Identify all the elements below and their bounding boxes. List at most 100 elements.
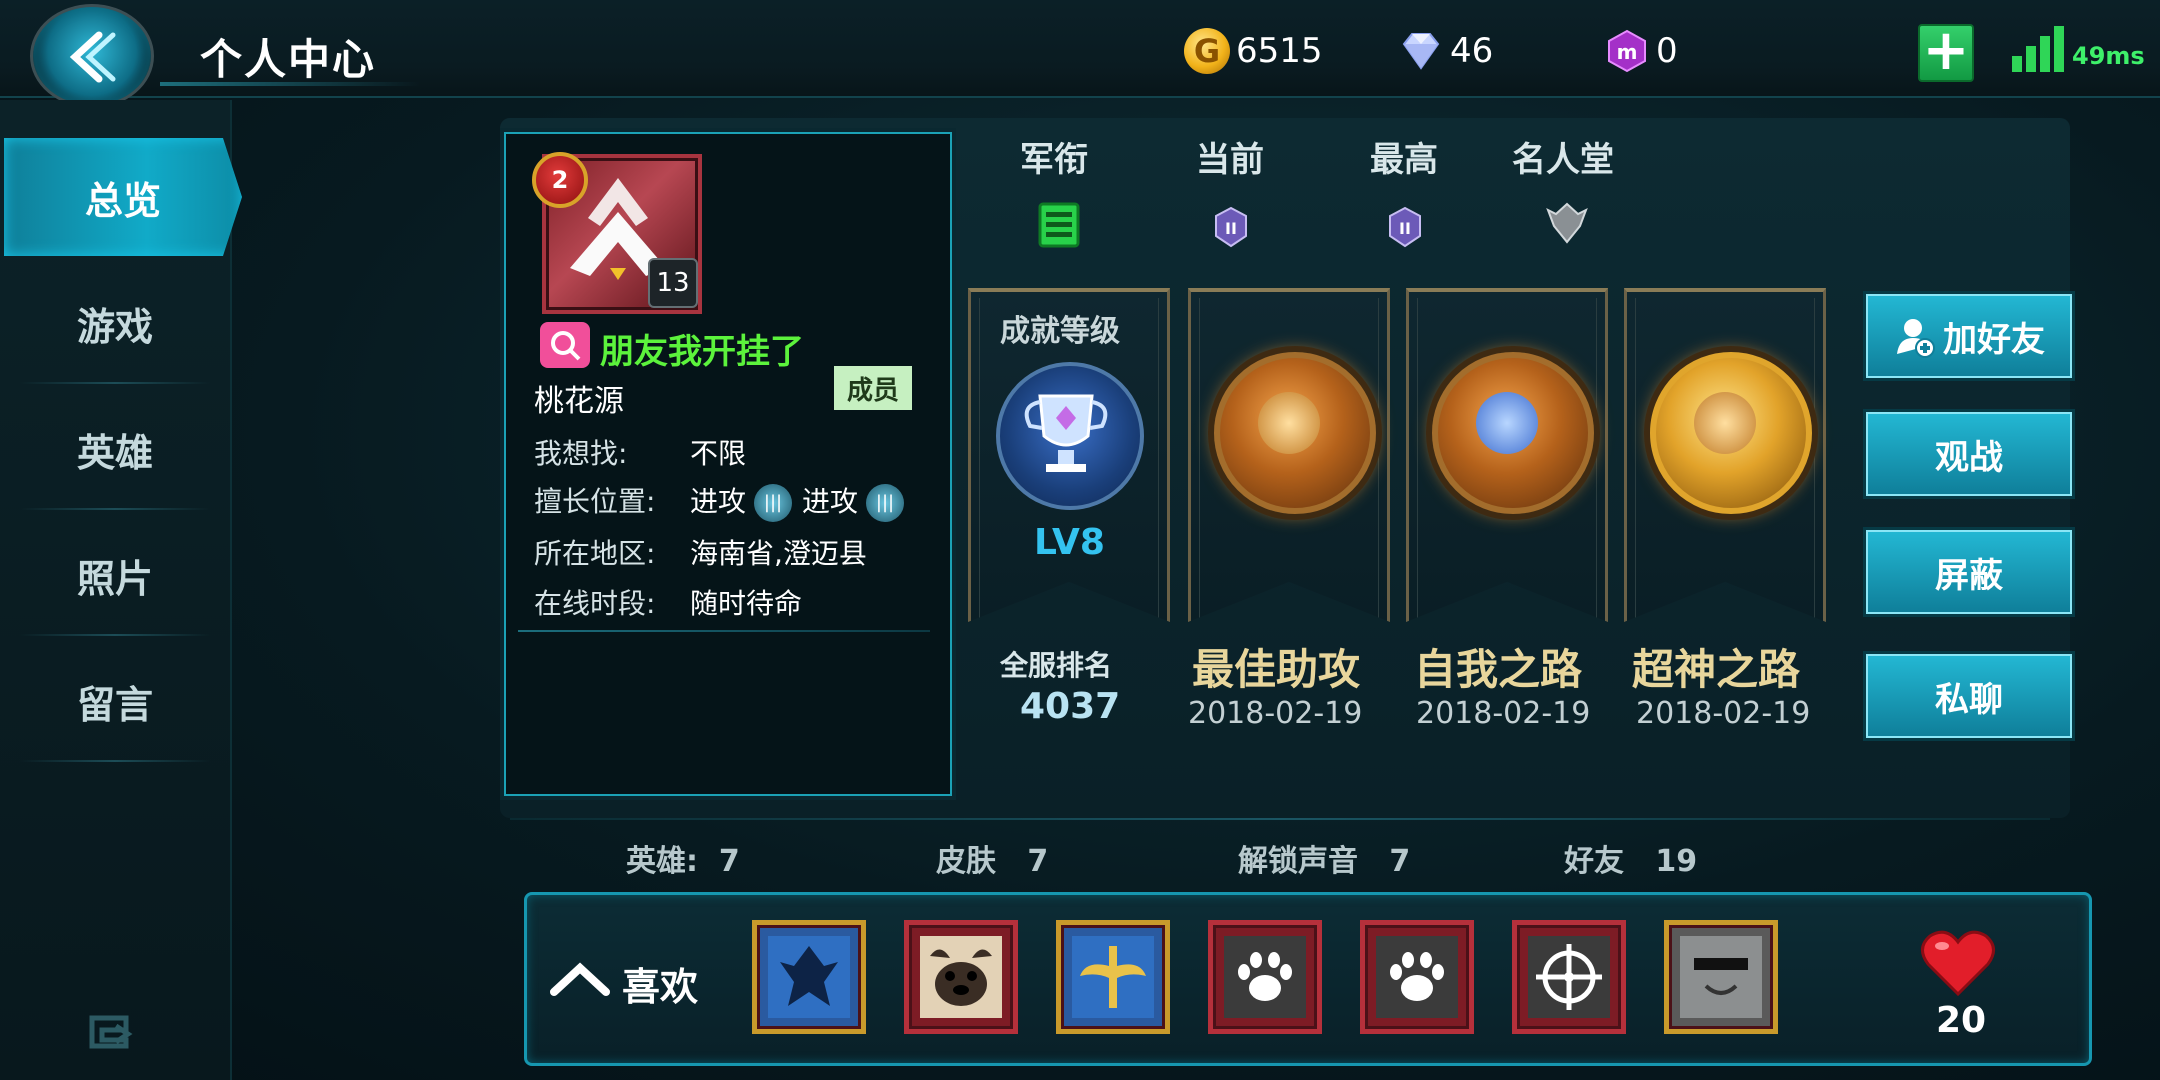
dragon-emblem-icon — [768, 936, 850, 1018]
add-friend-button[interactable]: 加好友 — [1866, 294, 2072, 378]
sidebar-item-label: 总览 — [84, 178, 161, 223]
liker-avatar[interactable] — [1512, 920, 1626, 1034]
seeking-value: 不限 — [690, 437, 747, 470]
paw-icon — [1224, 936, 1306, 1018]
like-count: 20 — [1936, 1000, 1987, 1041]
gem-counter: m 0 — [1604, 24, 1678, 78]
trophy-icon — [996, 362, 1144, 510]
sidebar-item-heroes[interactable]: 英雄 — [0, 388, 230, 510]
seeking-label: 我想找: — [534, 437, 628, 470]
rank-badge: 2 — [532, 152, 588, 208]
liker-avatar[interactable] — [752, 920, 866, 1034]
position-row: 擅长位置: 进攻 ||| 进攻 ||| — [534, 480, 914, 522]
friends-value: 19 — [1655, 844, 1698, 879]
liker-avatar[interactable] — [904, 920, 1018, 1034]
gem-value: 0 — [1656, 31, 1678, 71]
add-currency-button[interactable]: + — [1918, 23, 1974, 82]
diamond-value: 46 — [1450, 31, 1494, 71]
hall-of-fame-icon[interactable] — [1544, 200, 1590, 246]
skins-label: 皮肤 — [936, 844, 996, 879]
divider — [510, 818, 2050, 820]
heroes-label: 英雄: — [626, 844, 698, 879]
highest-rank-icon[interactable]: II — [1382, 204, 1428, 250]
gauntlet-medal-icon — [1432, 352, 1594, 514]
sidebar-item-label: 留言 — [76, 682, 153, 727]
achievement-label: 成就等级 — [1000, 314, 1120, 349]
sidebar-item-games[interactable]: 游戏 — [0, 262, 230, 384]
skins-stat: 皮肤 7 — [936, 836, 1048, 880]
military-rank-icon[interactable] — [1036, 202, 1082, 248]
pug-icon — [920, 936, 1002, 1018]
divider — [518, 630, 930, 632]
sword-medal-icon — [1650, 352, 1812, 514]
ping-value: 49ms — [2072, 42, 2145, 70]
region-row: 所在地区: 海南省,澄迈县 — [534, 532, 867, 572]
diamond-counter: 46 — [1398, 24, 1493, 78]
bullet-icon: ||| — [754, 484, 793, 522]
voices-stat: 解锁声音 7 — [1238, 836, 1410, 880]
top-bar: 个人中心 G 6515 46 m 0 + 49ms — [0, 0, 2160, 108]
fist-medal-icon — [1214, 352, 1376, 514]
seeking-row: 我想找: 不限 — [534, 432, 746, 472]
svg-text:II: II — [1225, 219, 1237, 238]
private-chat-button[interactable]: 私聊 — [1866, 654, 2072, 738]
spectate-button[interactable]: 观战 — [1866, 412, 2072, 496]
medal-name: 最佳助攻 — [1192, 645, 1361, 694]
player-nickname: 朋友我开挂了 — [600, 332, 804, 372]
medal-date: 2018-02-19 — [1636, 696, 1811, 731]
heart-icon[interactable] — [1920, 928, 1996, 998]
gold-value: 6515 — [1236, 31, 1323, 71]
friends-stat: 好友 19 — [1564, 836, 1697, 880]
divider — [20, 634, 210, 636]
back-button[interactable] — [30, 4, 154, 108]
sidebar-item-label: 照片 — [76, 556, 153, 601]
voices-label: 解锁声音 — [1238, 844, 1358, 879]
return-icon[interactable] — [86, 1010, 136, 1050]
heroes-value: 7 — [718, 844, 740, 879]
position-1: 进攻 — [690, 485, 747, 518]
heroes-stat: 英雄: 7 — [626, 836, 740, 880]
svg-text:II: II — [1399, 219, 1411, 238]
paw-icon — [1376, 936, 1458, 1018]
block-label: 屏蔽 — [1935, 555, 2003, 596]
add-user-icon — [1897, 319, 1935, 358]
liker-avatar[interactable] — [1208, 920, 1322, 1034]
female-icon — [540, 322, 590, 368]
guild-name[interactable]: 桃花源 — [534, 376, 624, 420]
sidebar-item-photos[interactable]: 照片 — [0, 514, 230, 636]
medal-date: 2018-02-19 — [1188, 696, 1363, 731]
rank-header-highest: 最高 — [1370, 140, 1438, 180]
position-2: 进攻 — [802, 485, 859, 518]
liker-avatar[interactable] — [1360, 920, 1474, 1034]
chevron-up-icon[interactable] — [550, 960, 610, 996]
add-friend-label: 加好友 — [1943, 319, 2045, 360]
rank-header-hall-of-fame: 名人堂 — [1512, 140, 1614, 180]
block-button[interactable]: 屏蔽 — [1866, 530, 2072, 614]
online-row: 在线时段: 随时待命 — [534, 582, 802, 622]
liker-avatar[interactable] — [1056, 920, 1170, 1034]
medal-name: 超神之路 — [1632, 645, 1801, 694]
friends-label: 好友 — [1564, 844, 1624, 879]
skins-value: 7 — [1027, 844, 1049, 879]
level-badge: 13 — [648, 258, 698, 308]
region-label: 所在地区: — [534, 537, 656, 570]
position-label: 擅长位置: — [534, 485, 656, 518]
sidebar-item-label: 游戏 — [76, 304, 153, 349]
region-value: 海南省,澄迈县 — [690, 537, 867, 570]
back-arrow-icon — [69, 31, 116, 83]
online-label: 在线时段: — [534, 587, 656, 620]
private-chat-label: 私聊 — [1935, 679, 2003, 720]
winged-sword-icon — [1072, 936, 1154, 1018]
title-decoration — [160, 82, 420, 86]
sidebar-item-overview[interactable]: 总览 — [4, 138, 242, 256]
sidebar-item-messages[interactable]: 留言 — [0, 640, 230, 762]
divider — [20, 382, 210, 384]
purple-gem-icon: m — [1608, 29, 1646, 73]
svg-text:m: m — [1617, 40, 1638, 64]
spectate-label: 观战 — [1935, 437, 2003, 478]
current-rank-icon[interactable]: II — [1208, 204, 1254, 250]
liker-avatar[interactable] — [1664, 920, 1778, 1034]
crosshair-icon — [1528, 936, 1610, 1018]
cat-sunglasses-icon — [1680, 936, 1762, 1018]
voices-value: 7 — [1389, 844, 1411, 879]
